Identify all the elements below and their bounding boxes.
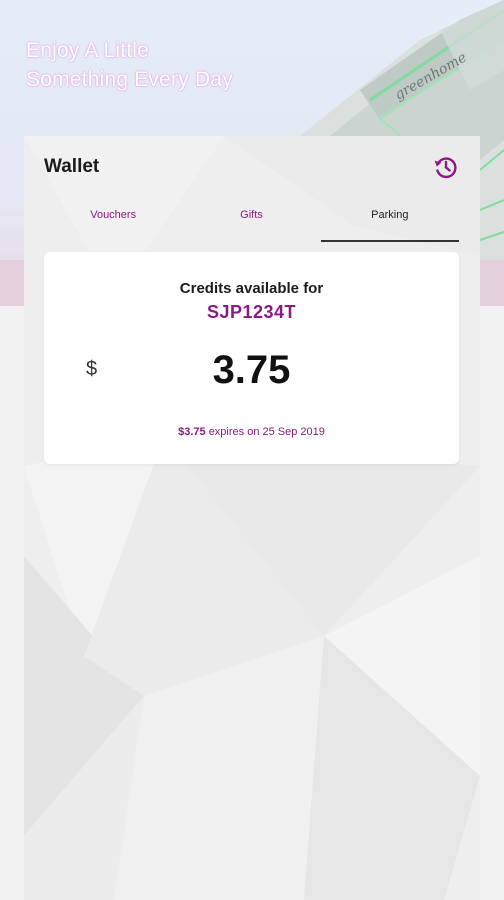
wallet-panel: Wallet Vouchers Gifts Parking Credits av… xyxy=(24,136,480,900)
parking-credits-card: Credits available for SJP1234T $ 3.75 $3… xyxy=(44,252,459,464)
tab-vouchers[interactable]: Vouchers xyxy=(44,198,182,242)
expiry-amount: $3.75 xyxy=(178,426,206,438)
history-button[interactable] xyxy=(432,153,460,181)
promo-tagline: Enjoy A Little Something Every Day xyxy=(26,36,233,94)
wallet-tabs: Vouchers Gifts Parking xyxy=(44,198,460,242)
background-facets xyxy=(24,136,480,900)
history-icon xyxy=(434,157,457,179)
expiry-note: $3.75 expires on 25 Sep 2019 xyxy=(44,426,459,438)
expiry-text: expires on 25 Sep 2019 xyxy=(208,426,325,438)
tab-gifts[interactable]: Gifts xyxy=(182,198,320,242)
wallet-title: Wallet xyxy=(44,156,100,177)
credit-amount: 3.75 xyxy=(212,348,291,392)
tagline-line-1: Enjoy A Little xyxy=(26,39,150,62)
tab-parking[interactable]: Parking xyxy=(320,198,460,242)
tagline-line-2: Something Every Day xyxy=(26,68,233,91)
vehicle-plate: SJP1234T xyxy=(206,302,297,322)
credits-heading: Credits available for xyxy=(179,280,324,297)
